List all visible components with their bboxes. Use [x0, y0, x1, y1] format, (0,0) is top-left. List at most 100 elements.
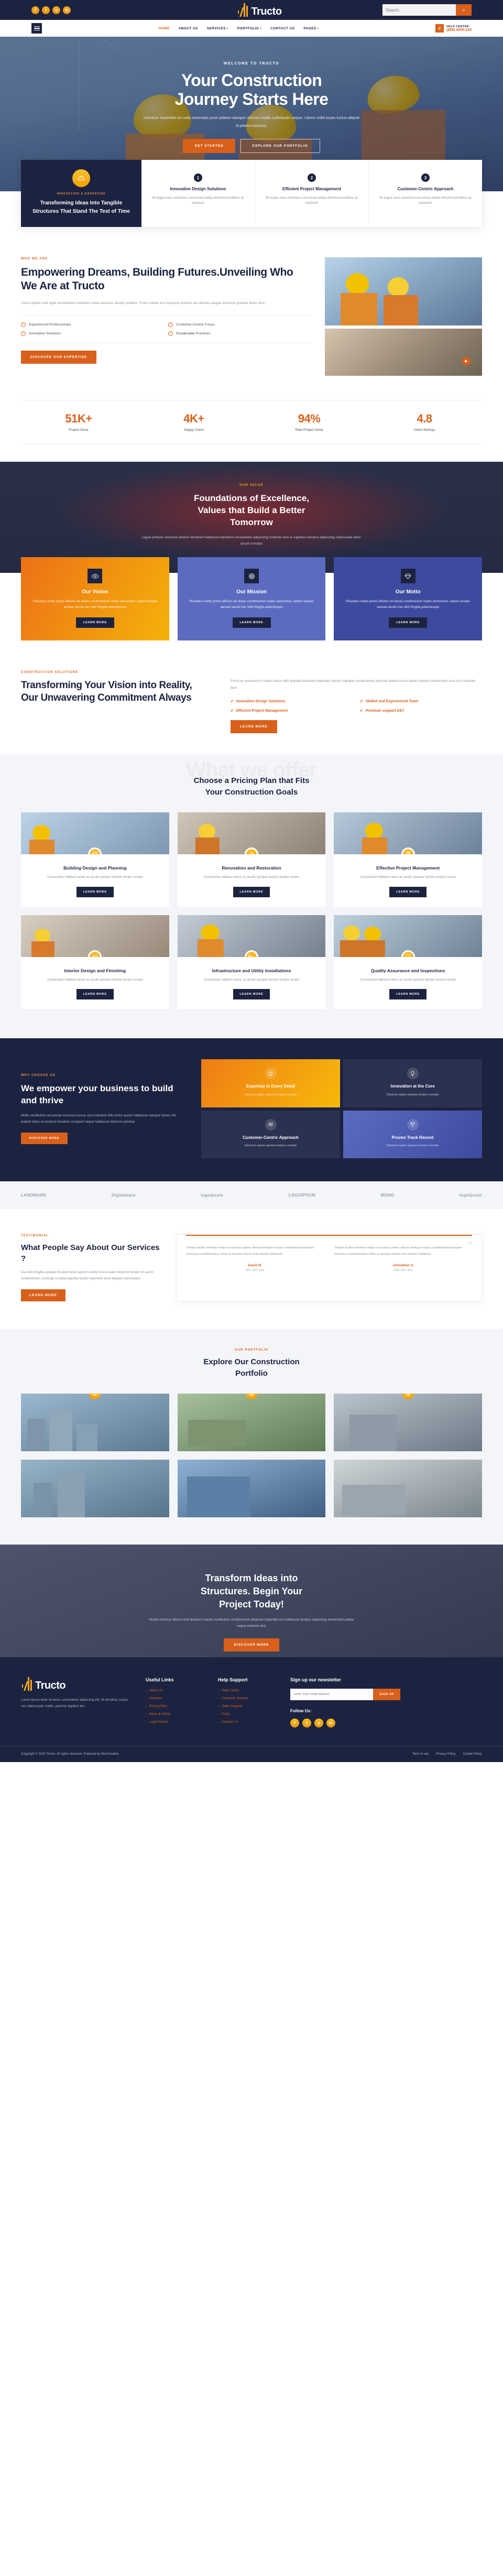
- list-item: ✓ Sustainable Practices: [168, 331, 310, 336]
- nav-item-contact[interactable]: CONTACT US: [270, 27, 294, 30]
- target-icon: [244, 569, 259, 584]
- service-card[interactable]: Building Design and Planning Consectetur…: [21, 812, 169, 907]
- empower-grid: Expertise in Every Detail Dictumst sapie…: [201, 1059, 482, 1159]
- twitter-icon[interactable]: t: [42, 6, 50, 14]
- check-icon: ✔: [231, 709, 234, 713]
- nav-item-services[interactable]: SERVICES ▾: [207, 27, 228, 30]
- footer-link[interactable]: › Services: [146, 1697, 203, 1700]
- discover-expertise-button[interactable]: DISCOVER OUR EXPERTISE: [21, 350, 97, 364]
- play-icon[interactable]: ▶: [462, 357, 471, 365]
- privacy-link[interactable]: Privacy Policy: [436, 1753, 455, 1756]
- cta-discover-more-button[interactable]: DISCOVER MORE: [223, 1638, 280, 1651]
- feature-number: 1: [194, 173, 202, 182]
- facebook-icon[interactable]: f: [290, 1718, 299, 1727]
- instagram-icon[interactable]: o: [52, 6, 60, 14]
- learn-more-button[interactable]: LEARN MORE: [389, 989, 427, 1000]
- linkedin-icon[interactable]: in: [63, 6, 71, 14]
- learn-more-button[interactable]: LEARN MORE: [232, 617, 271, 628]
- feature-title: Transforming Ideas Into Tangible Structu…: [32, 200, 130, 214]
- portfolio-item[interactable]: [177, 1393, 326, 1451]
- partner-logo: logolpsum: [201, 1193, 224, 1198]
- footer-link[interactable]: › FAQs: [218, 1712, 276, 1716]
- testimonial-item: Tempor facilisi interdum neque accumsan …: [186, 1245, 324, 1272]
- check-circle-icon: ✓: [168, 331, 173, 336]
- partner-logo: LOGOIPSUM: [288, 1193, 316, 1198]
- linkedin-icon[interactable]: in: [326, 1718, 335, 1727]
- service-card-grid: Building Design and Planning Consectetur…: [21, 812, 482, 1009]
- menu-toggle-icon[interactable]: [31, 23, 42, 34]
- footer-link[interactable]: › Customer Service: [218, 1697, 276, 1700]
- service-card[interactable]: Infrastructure and Utility Installations…: [177, 915, 326, 1009]
- portfolio-item[interactable]: [21, 1459, 169, 1517]
- testimonial-box: ” Tempor facilisi interdum neque accumsa…: [176, 1234, 482, 1301]
- service-card[interactable]: Interior Design and Finishing Consectetu…: [21, 915, 169, 1009]
- footer-link[interactable]: › Pricing Plan: [146, 1704, 203, 1708]
- about-image-bottom: ▶: [325, 329, 482, 376]
- footer-col-title: Useful Links: [146, 1677, 174, 1682]
- footer-useful-links: Useful Links › About Us › Services › Pricin…: [146, 1677, 203, 1728]
- facebook-icon[interactable]: f: [31, 6, 39, 14]
- service-card[interactable]: Renovation and Restoration Consectetur h…: [177, 812, 326, 907]
- brand-logo[interactable]: Tructo: [136, 3, 382, 17]
- portfolio-item[interactable]: [334, 1459, 482, 1517]
- about-title: Empowering Dreams, Building Futures.Unve…: [21, 266, 293, 292]
- footer-link[interactable]: › Help Center: [218, 1689, 276, 1692]
- newsletter-email-input[interactable]: [290, 1688, 374, 1700]
- discover-more-button[interactable]: DISCOVER MORE: [21, 1133, 68, 1145]
- explore-portfolio-button[interactable]: EXPLORE OUR PORTFOLIO: [240, 138, 320, 153]
- footer-link[interactable]: › Sales Support: [218, 1704, 276, 1708]
- newsletter-form[interactable]: SIGN UP: [290, 1688, 400, 1700]
- shield-check-icon: [401, 950, 415, 957]
- footer-link[interactable]: › Legal Notice: [146, 1720, 203, 1724]
- partner-logo: LANDMARK: [21, 1193, 47, 1198]
- portfolio-item[interactable]: [334, 1393, 482, 1451]
- footer-about-text: Lorem ipsum dolor sit amet, consectetur …: [21, 1698, 128, 1708]
- nav-item-portfolio[interactable]: PORTFOLIO ▾: [237, 27, 261, 30]
- commitment-learn-more-button[interactable]: LEARN MORE: [231, 720, 277, 733]
- help-center[interactable]: ✆ HELP CENTER (888) 4000-234: [435, 24, 472, 32]
- list-item: ✔ Premium support 24/7: [360, 709, 404, 713]
- brand-name: Tructo: [251, 6, 282, 17]
- footer-logo[interactable]: Tructo: [21, 1677, 131, 1691]
- newsletter-signup-button[interactable]: SIGN UP: [373, 1688, 400, 1700]
- service-card[interactable]: Effective Project Management Consectetur…: [334, 812, 482, 907]
- pipe-icon: [244, 950, 258, 957]
- empower-cell-desc: Dictumst sapien egestas tempor conubia: [244, 1144, 297, 1148]
- learn-more-button[interactable]: LEARN MORE: [389, 617, 428, 628]
- testimonial-text: Tempor facilisi interdum neque accumsan …: [186, 1246, 314, 1256]
- learn-more-button[interactable]: LEARN MORE: [389, 886, 427, 897]
- get-started-button[interactable]: GET STARTED: [183, 138, 235, 153]
- learn-more-button[interactable]: LEARN MORE: [76, 886, 114, 897]
- footer-link[interactable]: › About Us: [146, 1689, 203, 1692]
- nav-item-about[interactable]: ABOUT US: [179, 27, 198, 30]
- footer-link[interactable]: › Contact Us: [218, 1720, 276, 1724]
- testimonials-learn-more-button[interactable]: LEARN MORE: [21, 1289, 65, 1301]
- nav-item-home[interactable]: HOME: [159, 27, 170, 30]
- footer-link[interactable]: › News & Article: [146, 1712, 203, 1716]
- empower-cell-title: Proven Track Record: [391, 1135, 434, 1140]
- nav-item-pages[interactable]: PAGES ▾: [303, 27, 319, 30]
- portfolio-item[interactable]: [21, 1393, 169, 1451]
- twitter-icon[interactable]: t: [302, 1718, 311, 1727]
- about-tick-list: ✓ Experienced Professionals ✓ Customer-Cen…: [21, 314, 310, 343]
- terms-link[interactable]: Term of use: [412, 1753, 429, 1756]
- follow-us-label: Follow Us:: [290, 1708, 312, 1713]
- learn-more-button[interactable]: LEARN MORE: [233, 989, 270, 1000]
- instagram-icon[interactable]: o: [314, 1718, 323, 1727]
- search-box[interactable]: ⌕: [382, 4, 472, 16]
- stat-item: 51K+ Project Done: [21, 412, 136, 432]
- learn-more-button[interactable]: LEARN MORE: [233, 886, 270, 897]
- learn-more-button[interactable]: LEARN MORE: [75, 617, 114, 628]
- offer-heading: Choose a Pricing Plan that Fits Your Con…: [193, 776, 310, 797]
- value-card-desc: Phasellus mollis primis efficitur vel do…: [345, 600, 471, 610]
- help-center-phone[interactable]: (888) 4000-234: [446, 28, 472, 32]
- search-button[interactable]: ⌕: [456, 4, 472, 16]
- service-card[interactable]: Quality Assurance and Inspections Consec…: [334, 915, 482, 1009]
- service-image: [334, 812, 482, 854]
- cookie-link[interactable]: Cookie Policy: [463, 1753, 482, 1756]
- portfolio-item[interactable]: [177, 1459, 326, 1517]
- learn-more-button[interactable]: LEARN MORE: [76, 989, 114, 1000]
- service-desc: Consectetur habitant varius ac iaculis q…: [203, 876, 300, 879]
- search-input[interactable]: [382, 4, 456, 16]
- main-navigation: HOME ABOUT US SERVICES ▾ PORTFOLIO ▾ CONTA…: [0, 20, 503, 37]
